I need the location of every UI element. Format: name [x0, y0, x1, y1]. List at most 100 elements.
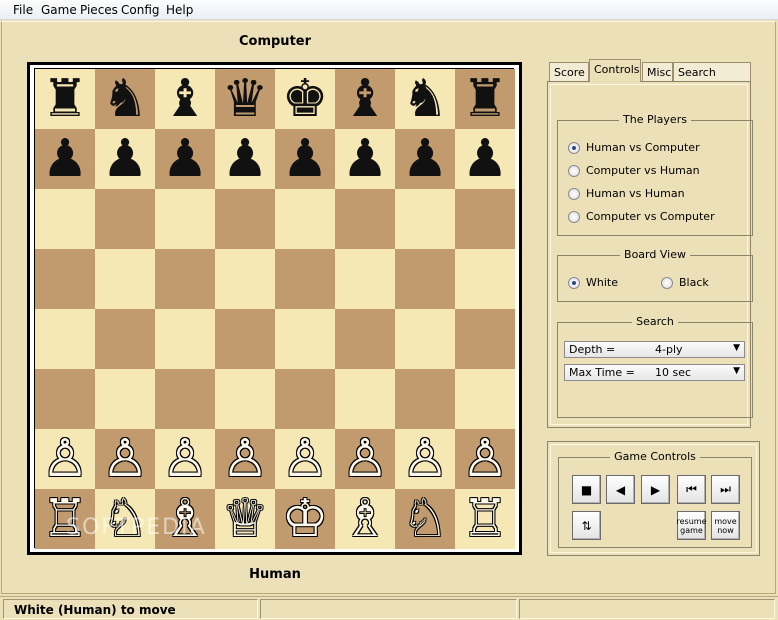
square-f6[interactable] — [335, 189, 395, 249]
square-d5[interactable] — [215, 249, 275, 309]
black-pawn-icon[interactable]: ♟ — [335, 129, 395, 189]
white-queen-icon[interactable]: ♕ — [215, 489, 275, 549]
radio-button[interactable] — [568, 210, 580, 223]
radio-human-vs-computer[interactable]: Human vs Computer — [568, 141, 700, 154]
controls-panel: The Players Human vs Computer Computer v… — [547, 81, 753, 428]
white-knight-icon[interactable]: ♘ — [395, 489, 455, 549]
black-bishop-icon[interactable]: ♝ — [335, 69, 395, 129]
square-f3[interactable] — [335, 369, 395, 429]
tab-search-status[interactable]: Search Status — [673, 62, 751, 92]
square-a3[interactable] — [35, 369, 95, 429]
white-pawn-icon[interactable]: ♙ — [395, 429, 455, 489]
tab-controls[interactable]: Controls — [589, 59, 641, 82]
radio-label: Human vs Computer — [586, 141, 700, 154]
menu-file[interactable]: File — [13, 3, 33, 17]
square-f4[interactable] — [335, 309, 395, 369]
step-back-button[interactable]: ◀ — [606, 475, 635, 504]
radio-label: Human vs Human — [586, 187, 685, 200]
radio-button[interactable] — [568, 164, 580, 177]
square-b5[interactable] — [95, 249, 155, 309]
tab-score[interactable]: Score — [549, 62, 589, 81]
white-pawn-icon[interactable]: ♙ — [455, 429, 515, 489]
square-e6[interactable] — [275, 189, 335, 249]
black-bishop-icon[interactable]: ♝ — [155, 69, 215, 129]
resume-game-button[interactable]: resume game — [677, 511, 707, 540]
step-forward-icon: ▶ — [650, 482, 661, 497]
square-h6[interactable] — [455, 189, 515, 249]
square-b3[interactable] — [95, 369, 155, 429]
square-a4[interactable] — [35, 309, 95, 369]
square-g6[interactable] — [395, 189, 455, 249]
square-e3[interactable] — [275, 369, 335, 429]
square-c6[interactable] — [155, 189, 215, 249]
tab-misc[interactable]: Misc — [642, 62, 673, 81]
white-pawn-icon[interactable]: ♙ — [215, 429, 275, 489]
step-forward-button[interactable]: ▶ — [641, 475, 670, 504]
white-king-icon[interactable]: ♔ — [275, 489, 335, 549]
black-pawn-icon[interactable]: ♟ — [395, 129, 455, 189]
square-e4[interactable] — [275, 309, 335, 369]
square-b6[interactable] — [95, 189, 155, 249]
radio-button[interactable] — [661, 276, 673, 289]
black-pawn-icon[interactable]: ♟ — [275, 129, 335, 189]
square-c5[interactable] — [155, 249, 215, 309]
square-e5[interactable] — [275, 249, 335, 309]
square-c3[interactable] — [155, 369, 215, 429]
menu-config[interactable]: Config — [121, 3, 160, 17]
black-pawn-icon[interactable]: ♟ — [455, 129, 515, 189]
square-g5[interactable] — [395, 249, 455, 309]
white-pawn-icon[interactable]: ♙ — [155, 429, 215, 489]
menu-help[interactable]: Help — [166, 3, 193, 17]
radio-button[interactable] — [568, 187, 580, 200]
menu-game[interactable]: Game — [41, 3, 77, 17]
black-queen-icon[interactable]: ♛ — [215, 69, 275, 129]
chess-board[interactable]: ♜ ♞ ♝ ♛ ♚ ♝ ♞ ♜ ♟ ♟ ♟ ♟ ♟ ♟ ♟ ♟ ♙ ♙ ♙ ♙ ♙ ♙ ♙ ♙ ♖ ♘ ♗ ♕ ♔ ♗ ♘ ♖ — [34, 68, 515, 549]
black-knight-icon[interactable]: ♞ — [95, 69, 155, 129]
black-rook-icon[interactable]: ♜ — [35, 69, 95, 129]
white-pawn-icon[interactable]: ♙ — [335, 429, 395, 489]
white-pawn-icon[interactable]: ♙ — [35, 429, 95, 489]
radio-label: Computer vs Human — [586, 164, 700, 177]
square-d4[interactable] — [215, 309, 275, 369]
menu-pieces[interactable]: Pieces — [80, 3, 118, 17]
square-b4[interactable] — [95, 309, 155, 369]
radio-human-vs-human[interactable]: Human vs Human — [568, 187, 685, 200]
square-c4[interactable] — [155, 309, 215, 369]
square-g3[interactable] — [395, 369, 455, 429]
flip-board-button[interactable]: ⇅ — [572, 511, 601, 540]
black-pawn-icon[interactable]: ♟ — [215, 129, 275, 189]
fast-forward-button[interactable]: ⏭ — [711, 475, 740, 504]
square-d6[interactable] — [215, 189, 275, 249]
max-time-select[interactable]: Max Time = 10 sec ▼ — [564, 364, 745, 381]
white-bishop-icon[interactable]: ♗ — [335, 489, 395, 549]
depth-select[interactable]: Depth = 4-ply ▼ — [564, 341, 745, 358]
white-pawn-icon[interactable]: ♙ — [95, 429, 155, 489]
black-knight-icon[interactable]: ♞ — [395, 69, 455, 129]
square-h4[interactable] — [455, 309, 515, 369]
radio-computer-vs-human[interactable]: Computer vs Human — [568, 164, 700, 177]
radio-computer-vs-computer[interactable]: Computer vs Computer — [568, 210, 715, 223]
radio-view-black[interactable]: Black — [661, 276, 709, 289]
square-a6[interactable] — [35, 189, 95, 249]
square-h5[interactable] — [455, 249, 515, 309]
square-h3[interactable] — [455, 369, 515, 429]
square-f5[interactable] — [335, 249, 395, 309]
black-pawn-icon[interactable]: ♟ — [155, 129, 215, 189]
white-pawn-icon[interactable]: ♙ — [275, 429, 335, 489]
stop-button[interactable]: ■ — [572, 475, 601, 504]
black-pawn-icon[interactable]: ♟ — [95, 129, 155, 189]
radio-view-white[interactable]: White — [568, 276, 618, 289]
radio-button[interactable] — [568, 276, 580, 289]
menu-bar: File Game Pieces Config Help — [0, 0, 778, 20]
move-now-button[interactable]: move now — [711, 511, 740, 540]
white-rook-icon[interactable]: ♖ — [455, 489, 515, 549]
square-a5[interactable] — [35, 249, 95, 309]
square-d3[interactable] — [215, 369, 275, 429]
square-g4[interactable] — [395, 309, 455, 369]
black-rook-icon[interactable]: ♜ — [455, 69, 515, 129]
black-pawn-icon[interactable]: ♟ — [35, 129, 95, 189]
rewind-button[interactable]: ⏮ — [677, 475, 706, 504]
game-controls-title: Game Controls — [559, 450, 751, 463]
radio-button[interactable] — [568, 141, 580, 154]
black-king-icon[interactable]: ♚ — [275, 69, 335, 129]
